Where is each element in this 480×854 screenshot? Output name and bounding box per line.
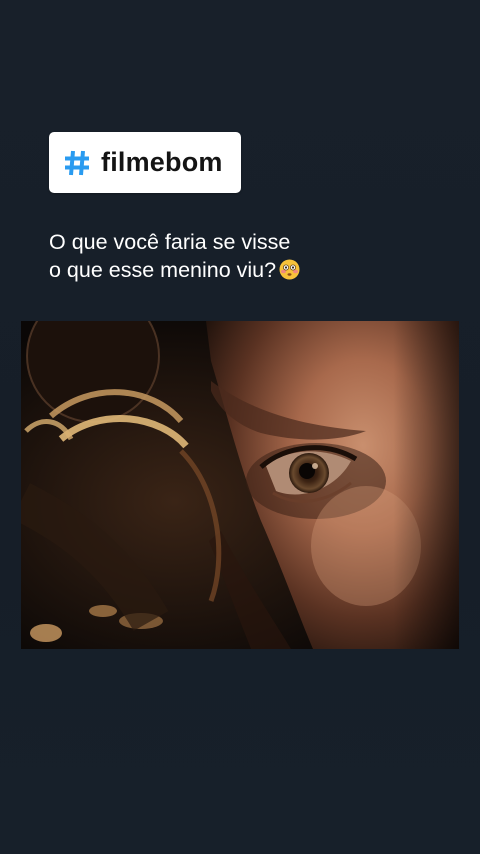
caption-line-1: O que você faria se visse: [49, 230, 291, 254]
hashtag-sticker[interactable]: filmebom: [49, 132, 241, 193]
story-screen: filmebom O que você faria se visse o que…: [0, 0, 480, 854]
caption-line-2-text: o que esse menino viu?: [49, 258, 277, 282]
flushed-face-emoji-icon: [279, 259, 300, 280]
caption-text: O que você faria se visse o que esse men…: [49, 228, 449, 284]
hashtag-icon: [63, 149, 91, 177]
video-still[interactable]: [21, 321, 459, 649]
caption-line-2: o que esse menino viu?: [49, 256, 449, 284]
hashtag-text: filmebom: [101, 147, 223, 177]
